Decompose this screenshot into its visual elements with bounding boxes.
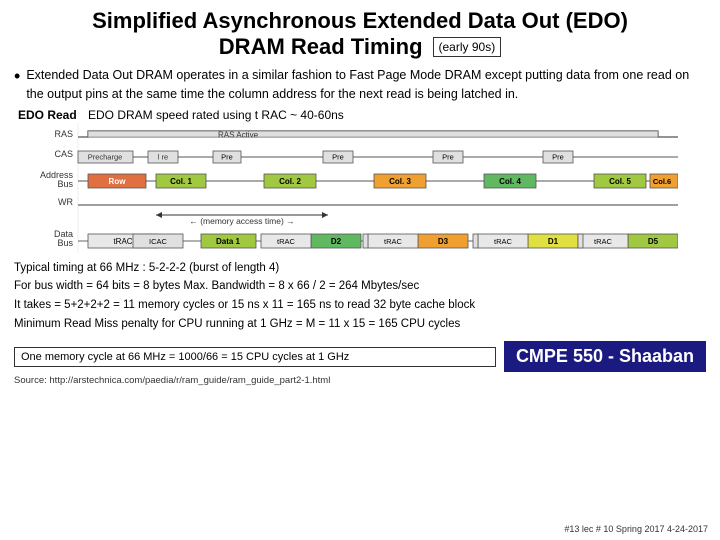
svg-text:tRAC: tRAC bbox=[594, 237, 613, 246]
svg-text:Col. 4: Col. 4 bbox=[499, 177, 521, 186]
source-url: http://arstechnica.com/paedia/r/ram_guid… bbox=[49, 375, 330, 386]
svg-text:Row: Row bbox=[109, 177, 127, 186]
svg-text:l re: l re bbox=[158, 152, 168, 161]
timing-diagram: RAS RAS Active CAS Precharge l re Pre Pr… bbox=[14, 123, 706, 256]
svg-text:tRAC: tRAC bbox=[494, 237, 513, 246]
svg-text:RAS Active: RAS Active bbox=[218, 130, 259, 139]
svg-text:Data 1: Data 1 bbox=[216, 237, 241, 246]
svg-text:← (memory access time) →: ← (memory access time) → bbox=[189, 216, 294, 226]
svg-text:tRAC: tRAC bbox=[277, 237, 296, 246]
svg-text:Bus: Bus bbox=[57, 238, 73, 248]
svg-text:Pre: Pre bbox=[221, 152, 233, 161]
bottom-row: One memory cycle at 66 MHz = 1000/66 = 1… bbox=[14, 341, 706, 372]
bullet-section: • Extended Data Out DRAM operates in a s… bbox=[14, 66, 706, 104]
cmpe-box: CMPE 550 - Shaaban bbox=[504, 341, 706, 372]
svg-text:D2: D2 bbox=[331, 237, 342, 246]
one-cycle-box: One memory cycle at 66 MHz = 1000/66 = 1… bbox=[14, 347, 496, 367]
svg-text:Col. 2: Col. 2 bbox=[279, 177, 301, 186]
slide-number: #13 lec # 10 Spring 2017 4-24-2017 bbox=[564, 524, 708, 534]
timing-line2: For bus width = 64 bits = 8 bytes Max. B… bbox=[14, 277, 706, 296]
svg-text:tRAC: tRAC bbox=[384, 237, 403, 246]
svg-text:Bus: Bus bbox=[57, 179, 73, 189]
svg-text:D5: D5 bbox=[648, 237, 659, 246]
svg-text:CAS: CAS bbox=[54, 149, 73, 159]
bullet-text: Extended Data Out DRAM operates in a sim… bbox=[26, 66, 706, 104]
svg-text:Col.6: Col.6 bbox=[653, 177, 671, 186]
svg-text:D3: D3 bbox=[438, 237, 449, 246]
source-line: Source: http://arstechnica.com/paedia/r/… bbox=[14, 375, 706, 386]
svg-text:Col. 1: Col. 1 bbox=[170, 177, 192, 186]
svg-text:WR: WR bbox=[58, 197, 73, 207]
timing-info: Typical timing at 66 MHz : 5-2-2-2 (burs… bbox=[14, 259, 706, 335]
sub-title: DRAM Read Timing bbox=[219, 34, 423, 60]
timing-line4: Minimum Read Miss penalty for CPU runnin… bbox=[14, 315, 706, 334]
timing-line1: Typical timing at 66 MHz : 5-2-2-2 (burs… bbox=[14, 259, 706, 278]
main-title: Simplified Asynchronous Extended Data Ou… bbox=[14, 8, 706, 34]
svg-text:Col. 5: Col. 5 bbox=[609, 177, 631, 186]
source-label: Source: bbox=[14, 375, 47, 386]
svg-text:Pre: Pre bbox=[442, 152, 454, 161]
edo-speed-label: EDO DRAM speed rated using t RAC ~ 40-60… bbox=[88, 108, 344, 122]
svg-text:Col. 3: Col. 3 bbox=[389, 177, 411, 186]
bullet-icon: • bbox=[14, 67, 20, 85]
svg-text:tRAC: tRAC bbox=[113, 237, 132, 246]
edo-read-label: EDO Read bbox=[18, 108, 78, 122]
svg-text:ICAC: ICAC bbox=[149, 237, 168, 246]
svg-text:RAS: RAS bbox=[54, 129, 73, 139]
timing-svg: RAS RAS Active CAS Precharge l re Pre Pr… bbox=[18, 123, 678, 253]
timing-line3: It takes = 5+2+2+2 = 11 memory cycles or… bbox=[14, 296, 706, 315]
title-section: Simplified Asynchronous Extended Data Ou… bbox=[14, 8, 706, 60]
svg-text:Precharge: Precharge bbox=[88, 152, 123, 161]
svg-text:D1: D1 bbox=[548, 237, 559, 246]
svg-text:Pre: Pre bbox=[552, 152, 564, 161]
early-badge: (early 90s) bbox=[433, 37, 502, 57]
svg-text:Pre: Pre bbox=[332, 152, 344, 161]
